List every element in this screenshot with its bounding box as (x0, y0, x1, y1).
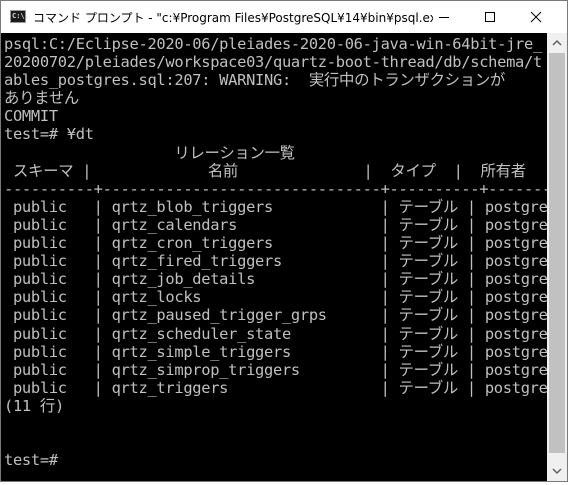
window-title: コマンド プロンプト - "c:¥Program Files¥PostgreSQ… (33, 11, 433, 25)
console-line: COMMIT (4, 107, 58, 126)
console-line: スキーマ | 名前 | タイプ | 所有者 (4, 161, 526, 180)
console-line: public | qrtz_locks | テーブル | postgres (4, 288, 547, 307)
console-line: public | qrtz_cron_triggers | テーブル | pos… (4, 234, 547, 253)
console-line: public | qrtz_simprop_triggers | テーブル | … (4, 360, 547, 379)
minimize-button[interactable] (421, 1, 467, 33)
scroll-up-button[interactable] (547, 33, 567, 53)
console-text: psql:C:/Eclipse-2020-06/pleiades-2020-06… (1, 33, 547, 469)
title-bar[interactable]: C:\. コマンド プロンプト - "c:¥Program Files¥Post… (1, 1, 567, 33)
scroll-up-arrow-icon (552, 39, 562, 46)
console-line: test=# ¥dt (4, 125, 94, 144)
maximize-icon (485, 12, 495, 22)
console-line: public | qrtz_simple_triggers | テーブル | p… (4, 342, 547, 361)
scroll-down-button[interactable] (547, 461, 567, 481)
console-line: (11 行) (4, 396, 64, 415)
close-icon (530, 11, 542, 23)
console-line: public | qrtz_triggers | テーブル | postgres (4, 378, 547, 397)
console-line: 20200702/pleiades/workspace03/quartz-boo… (4, 53, 542, 72)
console-line: ----------+-----------------------------… (4, 179, 547, 198)
console-output[interactable]: psql:C:/Eclipse-2020-06/pleiades-2020-06… (1, 33, 547, 481)
console-app-icon[interactable]: C:\. (10, 10, 29, 23)
close-button[interactable] (513, 1, 567, 33)
console-line: ables_postgres.sql:207: WARNING: 実行中のトラン… (4, 71, 506, 90)
console-icon-text: C:\. (12, 12, 29, 20)
console-line: public | qrtz_calendars | テーブル | postgre… (4, 215, 547, 234)
console-line: public | qrtz_scheduler_state | テーブル | p… (4, 324, 547, 343)
console-line: public | qrtz_fired_triggers | テーブル | po… (4, 252, 547, 271)
console-line: リレーション一覧 (4, 143, 295, 162)
console-line: public | qrtz_paused_trigger_grps | テーブル… (4, 306, 547, 325)
console-line: public | qrtz_blob_triggers | テーブル | pos… (4, 197, 547, 216)
minimize-icon (439, 17, 449, 18)
maximize-button[interactable] (467, 1, 513, 33)
scroll-thumb[interactable] (549, 53, 565, 453)
console-line: psql:C:/Eclipse-2020-06/pleiades-2020-06… (4, 35, 542, 53)
console-line: test=# (4, 451, 58, 470)
scroll-down-arrow-icon (552, 468, 562, 475)
command-prompt-window: C:\. コマンド プロンプト - "c:¥Program Files¥Post… (0, 0, 568, 482)
vertical-scrollbar[interactable] (547, 33, 567, 481)
console-line: public | qrtz_job_details | テーブル | postg… (4, 270, 547, 289)
console-line: ありません (4, 89, 79, 108)
